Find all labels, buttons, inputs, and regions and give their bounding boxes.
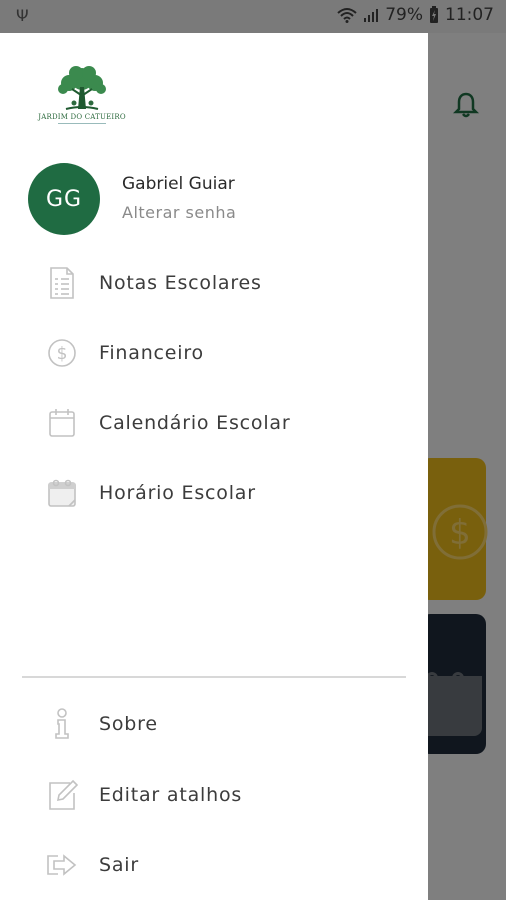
svg-text:$: $ — [57, 344, 68, 364]
usb-icon: Ψ — [16, 6, 29, 25]
avatar[interactable]: GG — [28, 163, 100, 235]
report-card-icon — [46, 267, 78, 299]
wifi-icon — [337, 7, 357, 23]
menu-item-label: Sair — [99, 854, 139, 876]
menu-item-label: Editar atalhos — [99, 784, 243, 806]
signal-icon — [363, 7, 379, 23]
menu-item-sobre[interactable]: Sobre — [0, 696, 428, 752]
info-icon — [46, 708, 78, 740]
menu-item-label: Notas Escolares — [99, 272, 262, 294]
menu-item-notas-escolares[interactable]: Notas Escolares — [0, 255, 428, 311]
menu-item-financeiro[interactable]: $ Financeiro — [0, 325, 428, 381]
dollar-circle-icon: $ — [46, 337, 78, 369]
logout-icon — [46, 849, 78, 881]
menu-item-editar-atalhos[interactable]: Editar atalhos — [0, 767, 428, 823]
navigation-drawer: JARDIM DO CATUEIRO GG Gabriel Guiar Alte… — [0, 33, 428, 900]
menu-item-horario-escolar[interactable]: Horário Escolar — [0, 465, 428, 521]
user-name: Gabriel Guiar — [122, 174, 235, 194]
menu-divider — [22, 676, 406, 678]
battery-percent: 79% — [385, 5, 423, 25]
tree-logo-icon — [58, 66, 106, 110]
menu-item-label: Calendário Escolar — [99, 412, 291, 434]
school-logo: JARDIM DO CATUEIRO — [36, 65, 128, 131]
schedule-icon — [46, 477, 78, 509]
battery-charging-icon — [429, 6, 439, 24]
menu-item-calendario-escolar[interactable]: Calendário Escolar — [0, 395, 428, 451]
status-bar: Ψ 79% 11:07 — [0, 0, 506, 33]
change-password-link[interactable]: Alterar senha — [122, 203, 236, 222]
menu-item-label: Financeiro — [99, 342, 204, 364]
logo-underline — [58, 123, 106, 124]
clock: 11:07 — [445, 5, 494, 25]
menu-item-label: Sobre — [99, 713, 158, 735]
menu-item-sair[interactable]: Sair — [0, 837, 428, 893]
edit-icon — [46, 779, 78, 811]
menu-item-label: Horário Escolar — [99, 482, 256, 504]
calendar-icon — [46, 407, 78, 439]
logo-text: JARDIM DO CATUEIRO — [38, 113, 126, 121]
